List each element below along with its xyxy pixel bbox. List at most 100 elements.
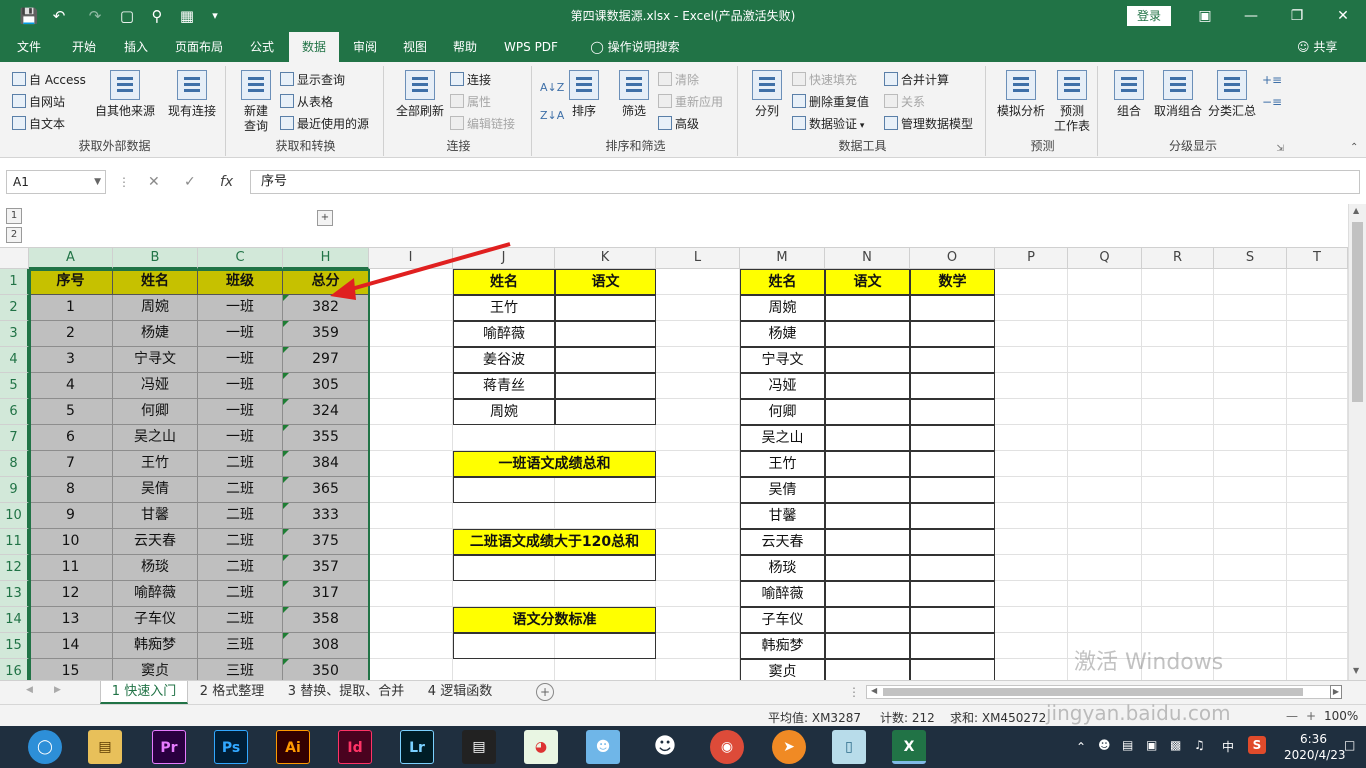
- grid-cell[interactable]: [1142, 399, 1214, 425]
- grid-cell[interactable]: [656, 633, 740, 659]
- tray-icon-b[interactable]: ▣: [1146, 738, 1157, 752]
- show-detail-icon[interactable]: +≡: [1262, 70, 1282, 90]
- existing-connections-button[interactable]: 现有连接: [164, 70, 220, 119]
- table-cell[interactable]: 何卿: [113, 399, 198, 425]
- advanced-filter-button[interactable]: 高级: [658, 114, 699, 134]
- table-header-cell[interactable]: 班级: [198, 269, 283, 295]
- grid-cell[interactable]: [1287, 659, 1348, 680]
- table-cell[interactable]: 365: [283, 477, 369, 503]
- chevron-down-icon[interactable]: ▼: [94, 171, 101, 193]
- clock-time[interactable]: 6:36: [1300, 732, 1327, 746]
- table-cell[interactable]: 一班: [198, 347, 283, 373]
- grid-cell[interactable]: [1287, 269, 1348, 295]
- table-cell[interactable]: 9: [29, 503, 113, 529]
- table-cell[interactable]: 二班: [198, 451, 283, 477]
- grid-cell[interactable]: [1068, 503, 1142, 529]
- jk-name-cell[interactable]: 王竹: [453, 295, 555, 321]
- grid-cell[interactable]: [656, 529, 740, 555]
- tab-help[interactable]: 帮助: [442, 32, 488, 62]
- chinese-score-standard-result[interactable]: [453, 633, 656, 659]
- grid-cell[interactable]: [1214, 451, 1287, 477]
- column-header-n[interactable]: N: [825, 248, 910, 269]
- flash-fill-button[interactable]: 快速填充: [792, 70, 857, 90]
- row-header[interactable]: 16: [0, 659, 29, 680]
- mno-math-cell[interactable]: [910, 555, 995, 581]
- from-web-button[interactable]: 自网站: [12, 92, 65, 112]
- from-other-sources-button[interactable]: 自其他来源: [92, 70, 158, 119]
- from-access-button[interactable]: 自 Access: [12, 70, 86, 90]
- more-options-icon[interactable]: ⋮: [118, 170, 130, 194]
- grid-cell[interactable]: [1287, 555, 1348, 581]
- table-cell[interactable]: 384: [283, 451, 369, 477]
- sheet-tab-quick-start[interactable]: 1 快速入门: [100, 681, 188, 704]
- expand-group-button[interactable]: +: [317, 210, 333, 226]
- column-header-a[interactable]: A: [29, 248, 113, 269]
- connections-button[interactable]: 连接: [450, 70, 491, 90]
- table-cell[interactable]: 二班: [198, 555, 283, 581]
- grid-cell[interactable]: [1214, 607, 1287, 633]
- grid-cell[interactable]: [369, 581, 453, 607]
- mno-name-cell[interactable]: 冯娅: [740, 373, 825, 399]
- grid-cell[interactable]: [995, 425, 1068, 451]
- outline-level-1-button[interactable]: 1: [6, 208, 22, 224]
- grid-cell[interactable]: [1142, 425, 1214, 451]
- scroll-right-icon[interactable]: ▶: [1330, 685, 1342, 699]
- row-header[interactable]: 2: [0, 295, 29, 321]
- refresh-all-button[interactable]: 全部刷新: [392, 70, 448, 119]
- table-cell[interactable]: 二班: [198, 477, 283, 503]
- table-cell[interactable]: 韩痴梦: [113, 633, 198, 659]
- table-cell[interactable]: 三班: [198, 659, 283, 680]
- table-cell[interactable]: 14: [29, 633, 113, 659]
- mno-name-cell[interactable]: 吴之山: [740, 425, 825, 451]
- grid-cell[interactable]: [555, 425, 656, 451]
- ungroup-button[interactable]: 取消组合: [1150, 70, 1206, 119]
- table-cell[interactable]: 杨婕: [113, 321, 198, 347]
- mno-chinese-cell[interactable]: [825, 347, 910, 373]
- table-cell[interactable]: 382: [283, 295, 369, 321]
- grid-cell[interactable]: [656, 399, 740, 425]
- table-cell[interactable]: 15: [29, 659, 113, 680]
- row-header[interactable]: 10: [0, 503, 29, 529]
- ime-indicator[interactable]: 中: [1222, 738, 1234, 755]
- chrome-icon[interactable]: ◉: [710, 730, 744, 764]
- mno-math-cell[interactable]: [910, 581, 995, 607]
- jk-score-cell[interactable]: [555, 399, 656, 425]
- grid-cell[interactable]: [1214, 555, 1287, 581]
- lightroom-icon[interactable]: Lr: [400, 730, 434, 764]
- grid-cell[interactable]: [1287, 373, 1348, 399]
- grid-cell[interactable]: [453, 503, 555, 529]
- grid-cell[interactable]: [995, 399, 1068, 425]
- grid-cell[interactable]: [656, 347, 740, 373]
- grid-cell[interactable]: [453, 425, 555, 451]
- table-cell[interactable]: 357: [283, 555, 369, 581]
- row-header[interactable]: 9: [0, 477, 29, 503]
- mno-chinese-cell[interactable]: [825, 555, 910, 581]
- minimize-button[interactable]: —: [1228, 0, 1274, 32]
- collapse-ribbon-icon[interactable]: ⌃: [1350, 142, 1358, 153]
- mno-chinese-cell[interactable]: [825, 659, 910, 680]
- table-cell[interactable]: 冯娅: [113, 373, 198, 399]
- chinese-score-standard-label[interactable]: 语文分数标准: [453, 607, 656, 633]
- table-cell[interactable]: 宁寻文: [113, 347, 198, 373]
- table-cell[interactable]: 1: [29, 295, 113, 321]
- grid-cell[interactable]: [1142, 295, 1214, 321]
- grid-cell[interactable]: [1214, 477, 1287, 503]
- grid-cell[interactable]: [1287, 503, 1348, 529]
- mno-math-cell[interactable]: [910, 425, 995, 451]
- tab-page-layout[interactable]: 页面布局: [166, 32, 232, 62]
- grid-cell[interactable]: [369, 633, 453, 659]
- filter-button[interactable]: 筛选: [612, 70, 656, 119]
- grid-cell[interactable]: [369, 295, 453, 321]
- scroll-up-icon[interactable]: ▲: [1353, 206, 1359, 215]
- zoom-level[interactable]: 100%: [1324, 709, 1358, 723]
- formula-input[interactable]: 序号: [250, 170, 1360, 194]
- consolidate-button[interactable]: 合并计算: [884, 70, 949, 90]
- grid-cell[interactable]: [1068, 451, 1142, 477]
- zoom-out-icon[interactable]: —: [1286, 709, 1298, 723]
- grid-cell[interactable]: [1068, 399, 1142, 425]
- prev-sheet-icon[interactable]: ◀: [26, 685, 33, 695]
- subtotal-button[interactable]: 分类汇总: [1204, 70, 1260, 119]
- table-cell[interactable]: 11: [29, 555, 113, 581]
- mno-math-cell[interactable]: [910, 659, 995, 680]
- grid-cell[interactable]: [995, 477, 1068, 503]
